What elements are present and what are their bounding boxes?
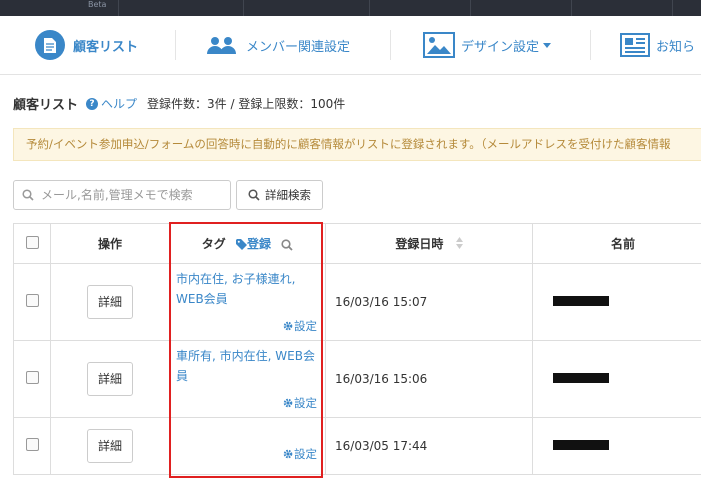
name-cell bbox=[532, 263, 701, 341]
name-cell bbox=[532, 417, 701, 475]
nav-label: お知ら bbox=[656, 39, 696, 55]
redacted-name bbox=[553, 373, 609, 383]
header-date[interactable]: 登録日時 bbox=[325, 223, 533, 264]
tag-register-label: 登録 bbox=[247, 237, 272, 251]
tag-search-icon[interactable] bbox=[281, 238, 293, 251]
sort-icon[interactable] bbox=[455, 237, 463, 252]
help-link[interactable]: ヘルプ bbox=[101, 95, 137, 112]
row-checkbox[interactable] bbox=[25, 371, 39, 384]
search-icon bbox=[248, 189, 260, 201]
tag-list[interactable]: 車所有, 市内在住, WEB会員 bbox=[176, 346, 316, 386]
select-cell bbox=[13, 417, 51, 475]
tag-cell: 市内在住, お子様連れ, WEB会員 設定 bbox=[169, 263, 326, 341]
header-select-all bbox=[13, 223, 51, 264]
redacted-name bbox=[553, 296, 609, 306]
caret-down-icon bbox=[543, 42, 552, 48]
header-ops: 操作 bbox=[50, 223, 170, 264]
header-tag: タグ 登録 bbox=[169, 223, 326, 264]
nav-design-settings[interactable]: デザイン設定 bbox=[423, 16, 552, 74]
gear-icon bbox=[283, 321, 293, 331]
redacted-name bbox=[553, 440, 609, 450]
tag-list[interactable]: 市内在住, お子様連れ, WEB会員 bbox=[176, 269, 316, 309]
setting-label: 設定 bbox=[294, 447, 317, 461]
tag-header-label: タグ bbox=[201, 237, 226, 251]
nav-divider bbox=[390, 30, 391, 60]
gear-icon bbox=[283, 398, 293, 408]
row-checkbox[interactable] bbox=[25, 294, 39, 307]
date-cell: 16/03/05 17:44 bbox=[325, 417, 533, 475]
page-header: 顧客リスト ? ヘルプ 登録件数：3件 / 登録上限数：100件 bbox=[13, 94, 345, 113]
table-row: 詳細 市内在住, お子様連れ, WEB会員 設定 16/03/16 15:07 bbox=[13, 263, 701, 341]
detail-button[interactable]: 詳細 bbox=[87, 285, 133, 319]
nav-member-settings[interactable]: メンバー関連設定 bbox=[206, 16, 350, 74]
nav-divider bbox=[590, 30, 591, 60]
search-icon bbox=[22, 189, 34, 201]
users-icon bbox=[206, 35, 238, 55]
nav-news[interactable]: お知ら bbox=[620, 16, 695, 74]
topbar-divider bbox=[118, 0, 119, 16]
tag-register-link[interactable]: 登録 bbox=[236, 237, 275, 251]
ops-cell: 詳細 bbox=[50, 417, 170, 475]
setting-label: 設定 bbox=[294, 396, 317, 410]
detail-button[interactable]: 詳細 bbox=[87, 429, 133, 463]
date-cell: 16/03/16 15:07 bbox=[325, 263, 533, 341]
topbar-divider bbox=[672, 0, 673, 16]
nav-label: デザイン設定 bbox=[461, 39, 540, 55]
setting-label: 設定 bbox=[294, 319, 317, 333]
advanced-search-button[interactable]: 詳細検索 bbox=[236, 180, 323, 210]
select-all-checkbox[interactable] bbox=[25, 235, 39, 249]
advanced-search-label: 詳細検索 bbox=[265, 188, 311, 202]
table-row: 詳細 設定 16/03/05 17:44 bbox=[13, 417, 701, 475]
tag-setting-link[interactable]: 設定 bbox=[283, 395, 317, 411]
topbar-divider bbox=[470, 0, 471, 16]
nav-divider bbox=[175, 30, 176, 60]
tag-setting-link[interactable]: 設定 bbox=[283, 318, 317, 334]
name-cell bbox=[532, 340, 701, 418]
topbar-divider bbox=[243, 0, 244, 16]
search-box[interactable] bbox=[13, 180, 231, 210]
header-name: 名前 bbox=[532, 223, 701, 264]
select-cell bbox=[13, 340, 51, 418]
row-checkbox[interactable] bbox=[25, 438, 39, 451]
date-header-label: 登録日時 bbox=[395, 237, 444, 251]
tag-cell: 設定 bbox=[169, 417, 326, 475]
tag-setting-link[interactable]: 設定 bbox=[283, 446, 317, 462]
detail-button[interactable]: 詳細 bbox=[87, 362, 133, 396]
image-icon bbox=[423, 32, 455, 58]
ops-cell: 詳細 bbox=[50, 340, 170, 418]
registration-count: 登録件数：3件 / 登録上限数：100件 bbox=[147, 97, 346, 111]
gear-icon bbox=[283, 449, 293, 459]
nav-label: 顧客リスト bbox=[73, 39, 139, 55]
main-nav: 顧客リスト メンバー関連設定 デザイン設定 お知ら bbox=[0, 16, 701, 75]
table-row: 詳細 車所有, 市内在住, WEB会員 設定 16/03/16 15:06 bbox=[13, 340, 701, 418]
nav-customer-list[interactable]: 顧客リスト bbox=[35, 16, 138, 74]
nav-label: メンバー関連設定 bbox=[246, 39, 351, 55]
customer-table: 操作 タグ 登録 登録日時 名前 詳細 市内在住, お子様連れ, WEB会員 設… bbox=[13, 223, 701, 475]
newspaper-icon bbox=[620, 33, 650, 57]
select-cell bbox=[13, 263, 51, 341]
ops-cell: 詳細 bbox=[50, 263, 170, 341]
page-title: 顧客リスト bbox=[13, 98, 79, 113]
top-bar: Beta bbox=[0, 0, 701, 16]
tag-cell: 車所有, 市内在住, WEB会員 設定 bbox=[169, 340, 326, 418]
document-icon bbox=[35, 30, 65, 60]
beta-label: Beta bbox=[88, 0, 107, 9]
tag-icon bbox=[236, 239, 247, 250]
topbar-divider bbox=[571, 0, 572, 16]
help-icon[interactable]: ? bbox=[86, 97, 99, 110]
topbar-divider bbox=[369, 0, 370, 16]
date-cell: 16/03/16 15:06 bbox=[325, 340, 533, 418]
info-notice: 予約/イベント参加申込/フォームの回答時に自動的に顧客情報がリストに登録されます… bbox=[13, 128, 701, 161]
search-input[interactable] bbox=[39, 187, 223, 203]
